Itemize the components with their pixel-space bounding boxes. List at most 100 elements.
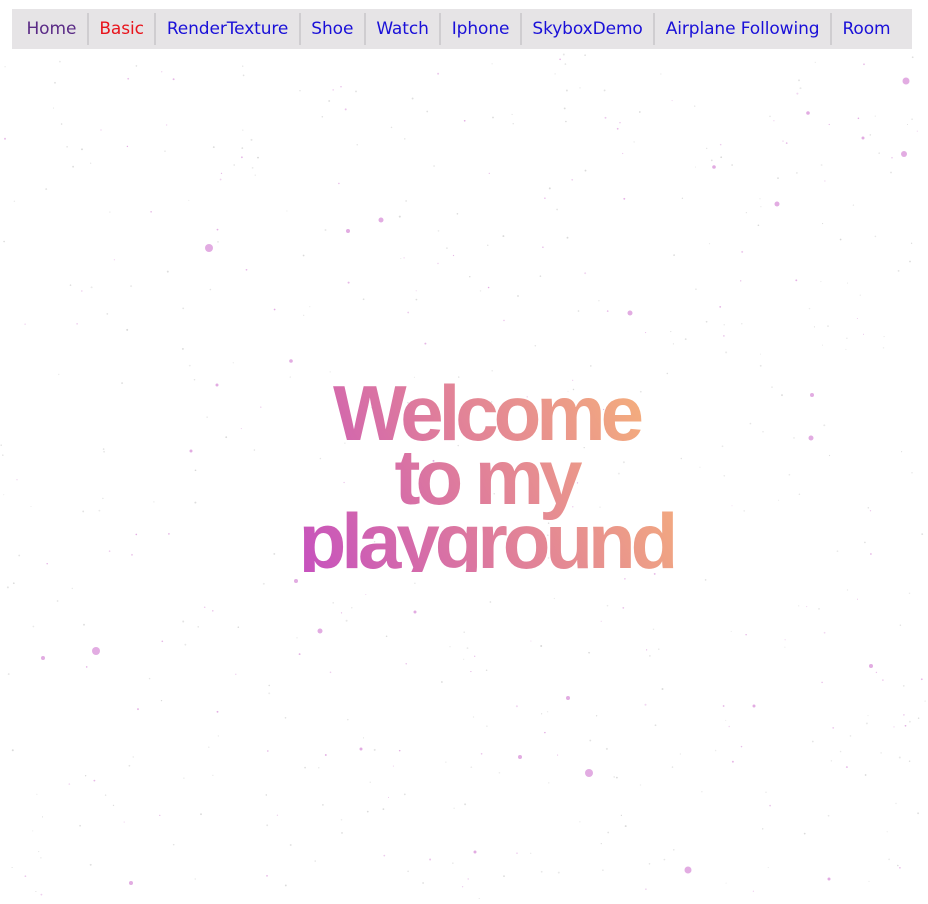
particle-dot <box>556 208 558 211</box>
particle-dot <box>479 290 482 292</box>
particle-dot <box>874 115 876 117</box>
particle-dot <box>916 130 918 132</box>
particle-dot <box>544 197 546 199</box>
particle-dot <box>485 669 488 672</box>
particle-dot <box>893 726 895 728</box>
particle-dot <box>13 200 16 203</box>
nav-link-home[interactable]: Home <box>16 13 87 45</box>
particle-dot <box>845 766 848 769</box>
particle-dot <box>706 147 708 150</box>
top-navigation-bar: Home Basic RenderTexture Shoe Watch Ipho… <box>12 9 912 49</box>
particle-dot <box>774 201 780 207</box>
particle-dot <box>79 824 81 827</box>
nav-link-airplane-following[interactable]: Airplane Following <box>655 13 830 45</box>
particle-dot <box>289 844 292 846</box>
particle-dot <box>663 858 666 861</box>
particle-dot <box>875 671 878 674</box>
particle-dot <box>284 884 287 887</box>
particle-dot <box>681 197 684 199</box>
particle-dot <box>7 673 10 676</box>
particle-dot <box>752 704 756 708</box>
particle-dot <box>132 756 134 758</box>
particle-dot <box>303 314 305 316</box>
particle-dot <box>160 699 163 702</box>
particle-dot <box>909 720 911 723</box>
particle-dot <box>828 123 830 126</box>
particle-dot <box>324 229 327 231</box>
particle-dot <box>760 206 762 208</box>
particle-dot <box>265 794 268 796</box>
particle-dot <box>503 319 505 322</box>
particle-dot <box>148 677 151 680</box>
particle-dot <box>624 578 626 580</box>
particle-dot <box>241 147 244 149</box>
particle-dot <box>540 870 543 873</box>
particle-dot <box>795 279 798 282</box>
nav-link-shoe[interactable]: Shoe <box>301 13 364 45</box>
particle-dot <box>36 793 38 795</box>
particle-dot <box>814 61 816 64</box>
particle-dot <box>72 165 74 168</box>
particle-dot <box>673 254 675 256</box>
particle-dot <box>882 347 885 349</box>
nav-link-watch[interactable]: Watch <box>366 13 439 45</box>
particle-dot <box>329 671 332 674</box>
particle-dot <box>60 123 63 125</box>
particle-dot <box>302 254 305 257</box>
particle-dot <box>209 288 212 291</box>
particle-dot <box>670 331 672 333</box>
particle-dot <box>324 754 327 756</box>
particle-dot <box>296 637 298 639</box>
particle-dot <box>83 623 85 626</box>
particle-dot <box>906 123 909 126</box>
particle-dot <box>453 807 455 809</box>
particle-dot <box>398 215 401 218</box>
particle-dot <box>254 174 257 176</box>
particle-dot <box>566 236 569 239</box>
particle-dot <box>489 601 492 603</box>
particle-dot <box>66 145 68 148</box>
particle-dot <box>405 663 407 665</box>
particle-dot <box>184 643 187 646</box>
particle-dot <box>694 105 696 107</box>
particle-dot <box>216 228 219 231</box>
particle-dot <box>404 138 406 140</box>
particle-dot <box>362 737 365 739</box>
particle-dot <box>784 646 786 648</box>
particle-dot <box>11 749 14 752</box>
particle-dot <box>799 87 802 90</box>
particle-dot <box>606 604 609 607</box>
particle-dot <box>890 171 892 174</box>
particle-dot <box>566 696 570 700</box>
particle-dot <box>864 774 867 776</box>
particle-dot <box>41 656 45 660</box>
particle-dot <box>93 779 96 782</box>
particle-dot <box>415 290 417 292</box>
particle-dot <box>822 344 823 346</box>
particle-dot <box>846 589 849 591</box>
particle-dot <box>172 843 175 846</box>
nav-link-basic[interactable]: Basic <box>89 13 155 45</box>
particle-dot <box>426 110 429 113</box>
particle-dot <box>701 791 703 793</box>
particle-dot <box>398 749 401 752</box>
particle-dot <box>217 735 220 737</box>
particle-dot <box>897 269 900 272</box>
particle-dot <box>123 821 125 823</box>
particle-dot <box>54 81 56 84</box>
particle-dot <box>557 871 560 874</box>
nav-link-skyboxdemo[interactable]: SkyboxDemo <box>522 13 653 45</box>
nav-link-rendertexture[interactable]: RenderTexture <box>156 13 298 45</box>
particle-dot <box>188 364 191 367</box>
particle-dot <box>68 783 71 785</box>
particle-dot <box>827 877 831 881</box>
particle-dot <box>820 281 822 283</box>
particle-dot <box>661 688 664 690</box>
particle-dot <box>76 323 78 325</box>
nav-link-iphone[interactable]: Iphone <box>441 13 520 45</box>
particle-dot <box>740 745 743 748</box>
particle-dot <box>85 666 88 668</box>
particle-dot <box>452 862 454 864</box>
particle-dot <box>502 235 505 238</box>
nav-link-room[interactable]: Room <box>832 13 901 45</box>
